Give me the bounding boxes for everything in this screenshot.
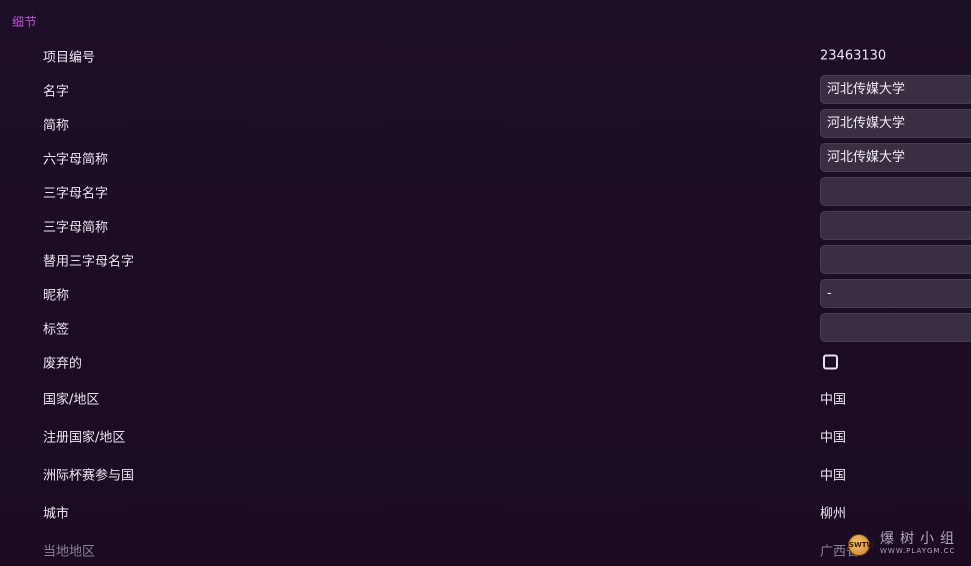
tags-input[interactable]: [820, 313, 971, 342]
deprecated-checkbox[interactable]: [823, 354, 838, 370]
nation-value[interactable]: 中国: [820, 389, 846, 408]
registered-nation-label: 注册国家/地区: [43, 430, 126, 446]
short-name-label: 简称: [43, 118, 70, 134]
details-panel: 细节 项目编号 23463130 名字 河北传媒大学 简称 河北传媒大学 六字母…: [0, 0, 971, 566]
alt-three-letter-name-label: 替用三字母名字: [43, 254, 135, 270]
row-registered-nation: 注册国家/地区 中国: [0, 419, 971, 453]
row-deprecated: 废弃的: [0, 345, 971, 379]
row-three-letter-name: 三字母名字: [0, 175, 971, 209]
row-alt-three-letter-name: 替用三字母名字: [0, 243, 971, 277]
watermark: SWTW 爆树小组 WWW.PLAYGM.CC: [848, 528, 968, 560]
row-local-region: 当地地区 广西省: [0, 533, 971, 566]
row-continental-cup-nation: 洲际杯赛参与国 中国: [0, 457, 971, 491]
three-letter-name-label: 三字母名字: [43, 186, 109, 202]
three-letter-short-name-label: 三字母简称: [43, 220, 109, 236]
row-three-letter-short-name: 三字母简称: [0, 209, 971, 243]
local-region-label: 当地地区: [43, 544, 96, 560]
nickname-label: 昵称: [43, 288, 70, 304]
name-input[interactable]: 河北传媒大学: [820, 75, 971, 104]
short-name-input[interactable]: 河北传媒大学: [820, 109, 971, 138]
nickname-input[interactable]: -: [820, 279, 971, 308]
tags-label: 标签: [43, 322, 70, 338]
nation-label: 国家/地区: [43, 392, 100, 408]
watermark-badge-icon: SWTW: [848, 534, 874, 556]
row-nation: 国家/地区 中国: [0, 381, 971, 415]
registered-nation-value[interactable]: 中国: [820, 427, 846, 446]
row-name: 名字 河北传媒大学: [0, 73, 971, 107]
row-six-letter-name: 六字母简称 河北传媒大学: [0, 141, 971, 175]
three-letter-name-input[interactable]: [820, 177, 971, 206]
section-title: 细节: [12, 15, 38, 29]
row-nickname: 昵称 -: [0, 277, 971, 311]
row-short-name: 简称 河北传媒大学: [0, 107, 971, 141]
continental-cup-nation-value[interactable]: 中国: [820, 465, 846, 484]
row-tags: 标签: [0, 311, 971, 345]
watermark-url: WWW.PLAYGM.CC: [880, 547, 956, 555]
city-label: 城市: [43, 506, 70, 522]
city-value[interactable]: 柳州: [820, 503, 846, 522]
continental-cup-nation-label: 洲际杯赛参与国: [43, 468, 135, 484]
row-item-id: 项目编号 23463130: [0, 39, 971, 73]
six-letter-name-input[interactable]: 河北传媒大学: [820, 143, 971, 172]
deprecated-label: 废弃的: [43, 356, 83, 372]
three-letter-short-name-input[interactable]: [820, 211, 971, 240]
item-id-value: 23463130: [820, 48, 887, 64]
item-id-label: 项目编号: [43, 50, 96, 66]
row-city: 城市 柳州: [0, 495, 971, 529]
watermark-title: 爆树小组: [880, 531, 960, 547]
name-label: 名字: [43, 84, 70, 100]
alt-three-letter-name-input[interactable]: [820, 245, 971, 274]
six-letter-name-label: 六字母简称: [43, 152, 109, 168]
